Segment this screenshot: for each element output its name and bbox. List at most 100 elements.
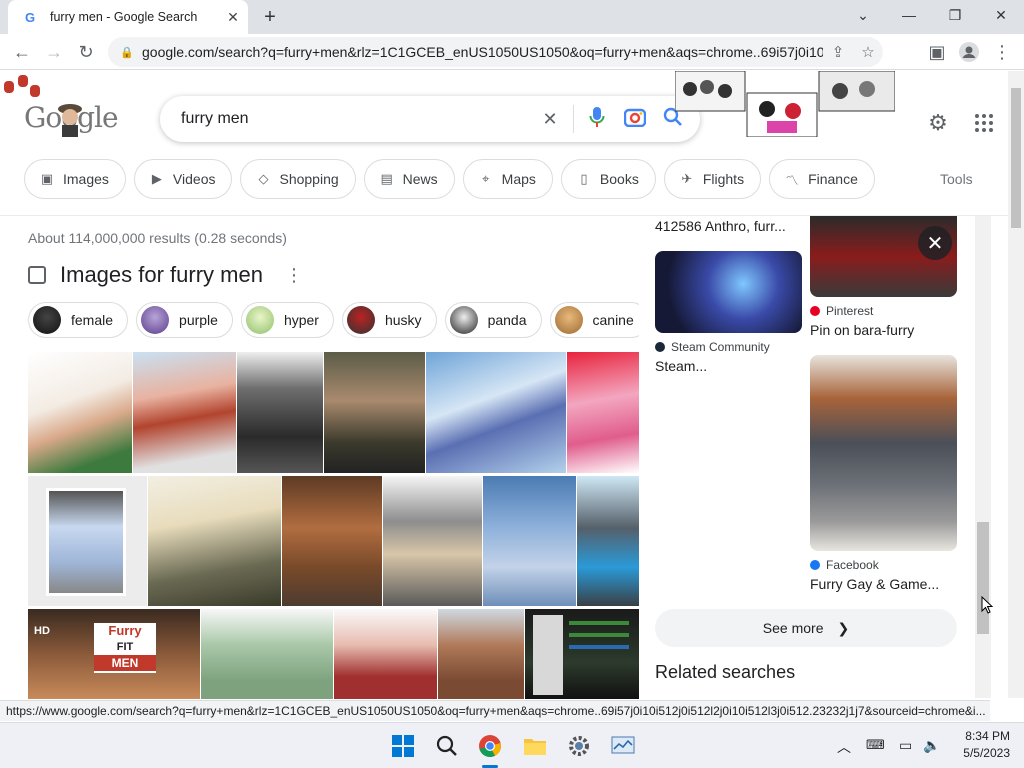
source-steam: Steam Community <box>655 340 770 354</box>
chevron-right-icon: ❯ <box>837 619 850 636</box>
chip-news[interactable]: ▤ News <box>363 159 455 199</box>
file-explorer-icon[interactable] <box>520 731 550 761</box>
chip-images[interactable]: ▣ Images <box>24 159 126 199</box>
forward-button[interactable]: → <box>40 38 68 66</box>
windows-taskbar: ︿ ⌨ ▭ 🔈 8:34 PM 5/5/2023 <box>0 722 1024 768</box>
search-type-chips: ▣ Images ▶ Videos ◇ Shopping ▤ News ⌖ Maps ▯ B… <box>24 159 875 199</box>
profile-avatar[interactable] <box>955 38 983 66</box>
chip-shopping[interactable]: ◇ Shopping <box>240 159 356 199</box>
new-tab-button[interactable]: + <box>258 6 282 28</box>
image-result[interactable] <box>525 609 639 699</box>
pinterest-title[interactable]: Pin on bara-furry <box>810 322 914 338</box>
search-icon[interactable] <box>432 731 462 761</box>
book-icon: ▯ <box>580 171 588 186</box>
filter-chip-canine[interactable]: canine <box>549 302 649 338</box>
lantern-decoration <box>0 71 40 101</box>
close-window-button[interactable]: ✕ <box>978 0 1024 30</box>
tab-search-icon[interactable]: ⌄ <box>840 0 886 30</box>
more-options-icon[interactable]: ⋮ <box>285 265 303 286</box>
image-result[interactable]: HD Furry FIT MEN <box>28 609 200 699</box>
lock-icon[interactable]: 🔒 <box>120 46 134 59</box>
chrome-icon[interactable] <box>475 731 505 761</box>
image-result[interactable] <box>577 476 639 606</box>
search-input[interactable]: furry men <box>181 110 531 128</box>
tag-icon: ◇ <box>258 171 269 186</box>
restore-button[interactable]: ❐ <box>932 0 978 30</box>
lens-camera-icon[interactable] <box>616 107 654 132</box>
tools-button[interactable]: Tools <box>940 171 973 187</box>
close-panel-icon[interactable]: ✕ <box>918 226 952 260</box>
image-preview-panel: 412586 Anthro, furr... Steam Community S… <box>639 216 974 698</box>
panel-top-caption[interactable]: 412586 Anthro, furr... <box>655 218 786 234</box>
reload-button[interactable]: ↻ <box>72 38 100 66</box>
tray-chevron-up-icon[interactable]: ︿ <box>837 737 851 757</box>
image-result[interactable] <box>282 476 382 606</box>
filter-thumbnail <box>245 306 274 334</box>
system-clock[interactable]: 8:34 PM 5/5/2023 <box>954 728 1010 762</box>
chip-maps[interactable]: ⌖ Maps <box>462 159 553 199</box>
google-doodle-logo[interactable]: Google <box>24 101 119 141</box>
display-icon[interactable]: ▭ <box>899 737 912 754</box>
back-button[interactable]: ← <box>8 38 36 66</box>
pin-icon: ⌖ <box>482 171 490 186</box>
google-favicon-icon: G <box>24 9 36 25</box>
doodle-comic-illustration <box>675 71 895 137</box>
chip-books[interactable]: ▯ Books <box>560 159 656 199</box>
plane-icon: ✈ <box>681 171 693 186</box>
bookmark-star-icon[interactable]: ☆ <box>853 43 883 61</box>
tab-close-icon[interactable]: ✕ <box>222 6 244 28</box>
image-filter-chips: female purple hyper husky panda canine <box>28 302 649 338</box>
image-result[interactable] <box>28 352 132 473</box>
clear-icon[interactable]: ✕ <box>531 109 569 130</box>
filter-chip-female[interactable]: female <box>28 302 129 338</box>
image-result[interactable] <box>334 609 437 699</box>
menu-kebab-icon[interactable]: ⋮ <box>988 38 1016 66</box>
image-result[interactable] <box>483 476 576 606</box>
windows-start-icon[interactable] <box>388 731 418 761</box>
facebook-image[interactable] <box>810 355 957 551</box>
image-result[interactable] <box>148 476 281 606</box>
image-result[interactable] <box>383 476 482 606</box>
panel-scrollbar-thumb[interactable] <box>977 522 989 634</box>
image-result[interactable] <box>438 609 524 699</box>
filter-chip-panda[interactable]: panda <box>444 302 542 338</box>
see-more-button[interactable]: See more ❯ <box>655 609 957 647</box>
source-facebook: Facebook <box>810 558 879 572</box>
steam-title[interactable]: Steam... <box>655 358 707 374</box>
settings-gear-icon[interactable]: ⚙ <box>924 109 952 137</box>
voice-search-icon[interactable] <box>578 106 616 133</box>
google-apps-icon[interactable] <box>970 109 998 137</box>
volume-icon[interactable]: 🔈 <box>923 737 940 754</box>
image-result[interactable] <box>201 609 333 699</box>
images-heading[interactable]: Images for furry men ⋮ <box>28 262 303 288</box>
image-result[interactable] <box>28 476 147 606</box>
facebook-title[interactable]: Furry Gay & Game... <box>810 576 939 592</box>
chip-videos[interactable]: ▶ Videos <box>133 159 233 199</box>
filter-thumbnail <box>141 306 170 334</box>
browser-tab[interactable]: G furry men - Google Search ✕ <box>8 0 248 34</box>
page-scrollbar-thumb[interactable] <box>1011 88 1021 228</box>
filter-chip-husky[interactable]: husky <box>341 302 437 338</box>
filter-thumbnail <box>449 306 478 334</box>
minimize-button[interactable]: — <box>886 0 932 30</box>
settings-gear-icon[interactable] <box>564 731 594 761</box>
results-stats: About 114,000,000 results (0.28 seconds) <box>28 230 287 246</box>
image-result[interactable] <box>567 352 639 473</box>
share-icon[interactable]: ⇪ <box>823 43 853 61</box>
filter-chip-hyper[interactable]: hyper <box>240 302 334 338</box>
search-box[interactable]: furry men ✕ <box>160 96 700 142</box>
keyboard-icon[interactable]: ⌨ <box>866 737 885 753</box>
source-pinterest: Pinterest <box>810 304 873 318</box>
address-bar[interactable]: 🔒 google.com/search?q=furry+men&rlz=1C1G… <box>108 37 883 67</box>
performance-monitor-icon[interactable] <box>608 731 638 761</box>
image-result[interactable] <box>133 352 236 473</box>
filter-chip-purple[interactable]: purple <box>136 302 233 338</box>
steam-image[interactable] <box>655 251 802 333</box>
image-result[interactable] <box>237 352 323 473</box>
mouse-cursor-icon <box>981 596 993 614</box>
chip-finance[interactable]: 〽 Finance <box>769 159 875 199</box>
side-panel-icon[interactable]: ▣ <box>923 38 951 66</box>
image-result[interactable] <box>324 352 425 473</box>
image-result[interactable] <box>426 352 566 473</box>
chip-flights[interactable]: ✈ Flights <box>663 159 762 199</box>
